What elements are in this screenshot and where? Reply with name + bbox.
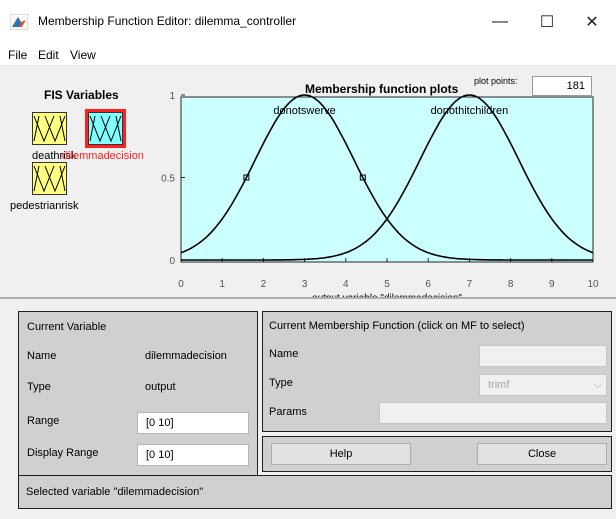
x-tick-label: 4 (343, 279, 349, 290)
x-tick-label: 1 (219, 279, 225, 290)
x-tick-label: 8 (508, 279, 514, 290)
menu-bar: File Edit View (0, 44, 616, 66)
menu-view[interactable]: View (70, 48, 96, 62)
close-window-button[interactable]: ✕ (572, 8, 612, 36)
y-tick-label: 1 (169, 91, 175, 102)
x-tick-label: 5 (384, 279, 390, 290)
title-bar: Membership Function Editor: dilemma_cont… (0, 0, 616, 44)
display-range-input[interactable]: [0 10] (137, 444, 249, 466)
mf-params-input[interactable] (379, 402, 607, 424)
x-tick-label: 0 (178, 279, 184, 290)
variable-type-label: Type (27, 381, 51, 393)
range-label: Range (27, 415, 60, 427)
range-input[interactable]: [0 10] (137, 412, 249, 434)
mf-plot[interactable]: 01234567891000.51output variable "dilemm… (0, 66, 616, 298)
help-button[interactable]: Help (271, 443, 411, 465)
buttons-panel: Help Close (262, 436, 612, 472)
x-tick-label: 2 (261, 279, 267, 290)
mf-type-value: trimf (488, 379, 510, 391)
window-title: Membership Function Editor: dilemma_cont… (38, 14, 297, 28)
plot-area (180, 96, 594, 263)
mf-name-label: Name (269, 348, 299, 360)
mf-label-donotswerve: donotswerve (273, 105, 335, 117)
matlab-app-icon (10, 14, 28, 30)
mf-params-label: Params (269, 406, 307, 418)
display-range-label: Display Range (27, 447, 99, 459)
current-variable-panel: Current Variable Name dilemmadecision Ty… (18, 311, 258, 500)
x-tick-label: 9 (549, 279, 555, 290)
upper-pane: FIS Variables deathrisk dilemmadecision … (0, 66, 616, 298)
current-mf-title: Current Membership Function (click on MF… (269, 320, 525, 332)
lower-pane: Current Variable Name dilemmadecision Ty… (0, 299, 616, 519)
chevron-down-icon: ⌵ (593, 379, 602, 391)
variable-name-label: Name (27, 350, 57, 362)
y-tick-label: 0.5 (161, 174, 175, 185)
current-variable-title: Current Variable (27, 321, 107, 333)
x-tick-label: 7 (467, 279, 473, 290)
current-mf-panel: Current Membership Function (click on MF… (262, 311, 612, 432)
close-button[interactable]: Close (477, 443, 607, 465)
menu-edit[interactable]: Edit (38, 48, 59, 62)
status-text: Selected variable "dilemmadecision" (26, 486, 204, 498)
status-panel: Selected variable "dilemmadecision" (18, 475, 612, 509)
minimize-button[interactable]: — (480, 8, 520, 36)
variable-name-value: dilemmadecision (145, 350, 227, 362)
x-tick-label: 6 (425, 279, 431, 290)
y-tick-label: 0 (169, 256, 175, 267)
mf-type-label: Type (269, 377, 293, 389)
mf-name-input[interactable] (479, 345, 607, 367)
variable-type-value: output (145, 381, 176, 393)
x-tick-label: 10 (587, 279, 599, 290)
mf-label-donothitchildren: donothitchildren (431, 105, 509, 117)
menu-file[interactable]: File (8, 48, 27, 62)
mf-type-select[interactable]: trimf ⌵ (479, 374, 607, 396)
maximize-button[interactable]: ☐ (527, 8, 567, 36)
x-tick-label: 3 (302, 279, 308, 290)
